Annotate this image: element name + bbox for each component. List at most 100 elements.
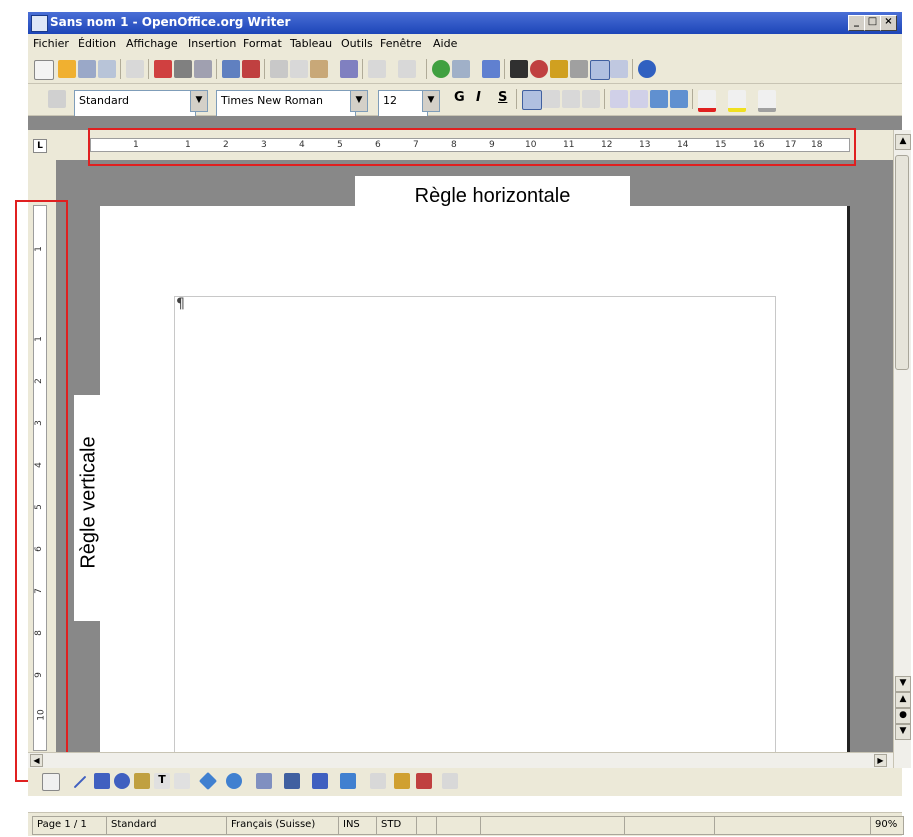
selection-mode-indicator[interactable]: STD	[376, 816, 418, 835]
menu-fichier[interactable]: Fichier	[33, 37, 69, 50]
hyperlink-icon[interactable]	[432, 60, 450, 78]
bullets-icon[interactable]	[630, 90, 648, 108]
justify-icon[interactable]	[582, 90, 600, 108]
view-layout-icon[interactable]	[624, 816, 716, 835]
highlight-icon[interactable]	[728, 90, 746, 112]
vertical-ruler-annotation: Règle verticale	[77, 436, 100, 569]
open-icon[interactable]	[58, 60, 76, 78]
close-button[interactable]: ×	[880, 15, 897, 31]
line-icon[interactable]	[73, 775, 87, 789]
ellipse-icon[interactable]	[114, 773, 130, 789]
fontwork-icon[interactable]	[394, 773, 410, 789]
bold-button[interactable]: G	[454, 90, 465, 105]
menu-aide[interactable]: Aide	[433, 37, 457, 50]
font-size-combo[interactable]: 12	[378, 90, 428, 118]
undo-icon[interactable]	[368, 60, 386, 78]
gallery-icon[interactable]	[550, 60, 568, 78]
scroll-down-icon[interactable]: ▼	[895, 676, 911, 692]
clone-format-icon[interactable]	[340, 60, 358, 78]
scroll-up-icon[interactable]: ▲	[895, 134, 911, 150]
font-name-combo[interactable]: Times New Roman	[216, 90, 356, 118]
autospellcheck-icon[interactable]	[242, 60, 260, 78]
freeform-icon[interactable]	[134, 773, 150, 789]
navigation-icon[interactable]: ●	[895, 708, 911, 724]
data-sources-icon[interactable]	[570, 60, 588, 78]
menu-affichage[interactable]: Affichage	[126, 37, 178, 50]
table-icon[interactable]	[452, 60, 470, 78]
increase-indent-icon[interactable]	[670, 90, 688, 108]
edit-file-icon[interactable]	[126, 60, 144, 78]
zoom-slider[interactable]	[714, 816, 872, 835]
cut-icon[interactable]	[270, 60, 288, 78]
extrusion-icon[interactable]	[442, 773, 458, 789]
background-color-icon[interactable]	[758, 90, 776, 112]
help-icon[interactable]	[638, 60, 656, 78]
align-left-icon[interactable]	[522, 90, 542, 110]
italic-button[interactable]: I	[476, 90, 481, 105]
page-style-indicator[interactable]: Standard	[106, 816, 228, 835]
navigator-icon[interactable]	[530, 60, 548, 78]
minimize-button[interactable]: _	[848, 15, 865, 31]
page-indicator[interactable]: Page 1 / 1	[32, 816, 108, 835]
menu-insertion[interactable]: Insertion	[188, 37, 236, 50]
separator	[632, 59, 633, 79]
menu-tableau[interactable]: Tableau	[290, 37, 332, 50]
points-icon[interactable]	[370, 773, 386, 789]
new-document-icon[interactable]	[34, 60, 54, 80]
language-indicator[interactable]: Français (Suisse)	[226, 816, 340, 835]
block-arrows-icon[interactable]	[256, 773, 272, 789]
previous-page-icon[interactable]: ▲	[895, 692, 911, 708]
callout-icon[interactable]	[174, 773, 190, 789]
scroll-right-icon[interactable]: ▶	[874, 754, 887, 767]
menu-format[interactable]: Format	[243, 37, 282, 50]
nonprinting-chars-icon[interactable]	[590, 60, 610, 80]
basic-shapes-icon[interactable]	[198, 771, 218, 791]
status-bar: Page 1 / 1 Standard Français (Suisse) IN…	[28, 812, 904, 836]
size-dropdown-icon[interactable]: ▼	[422, 90, 440, 112]
insert-mode-indicator[interactable]: INS	[338, 816, 378, 835]
paste-icon[interactable]	[310, 60, 328, 78]
next-page-icon[interactable]: ▼	[895, 724, 911, 740]
vertical-scroll-thumb[interactable]	[895, 155, 909, 370]
rectangle-icon[interactable]	[94, 773, 110, 789]
menu-fenetre[interactable]: Fenêtre	[380, 37, 422, 50]
decrease-indent-icon[interactable]	[650, 90, 668, 108]
menu-outils[interactable]: Outils	[341, 37, 373, 50]
show-draw-functions-icon[interactable]	[482, 60, 500, 78]
flowcharts-icon[interactable]	[284, 773, 300, 789]
select-icon[interactable]	[42, 773, 60, 791]
email-icon[interactable]	[98, 60, 116, 78]
paragraph-style-combo[interactable]: Standard	[74, 90, 196, 118]
callouts-icon[interactable]	[312, 773, 328, 789]
print-icon[interactable]	[174, 60, 192, 78]
styles-icon[interactable]	[48, 90, 66, 108]
menu-edition[interactable]: Édition	[78, 37, 116, 50]
numbering-icon[interactable]	[610, 90, 628, 108]
symbol-shapes-icon[interactable]	[226, 773, 242, 789]
copy-icon[interactable]	[290, 60, 308, 78]
export-pdf-icon[interactable]	[154, 60, 172, 78]
from-file-icon[interactable]	[416, 773, 432, 789]
text-boundaries[interactable]	[174, 296, 776, 756]
tab-stop-selector[interactable]: L	[33, 139, 47, 153]
text-icon[interactable]: T	[154, 773, 170, 789]
style-dropdown-icon[interactable]: ▼	[190, 90, 208, 112]
maximize-button[interactable]: □	[864, 15, 881, 31]
font-color-icon[interactable]	[698, 90, 716, 112]
align-center-icon[interactable]	[542, 90, 560, 108]
zoom-level[interactable]: 90%	[870, 816, 904, 835]
spellcheck-icon[interactable]	[222, 60, 240, 78]
scroll-left-icon[interactable]: ◀	[30, 754, 43, 767]
font-dropdown-icon[interactable]: ▼	[350, 90, 368, 112]
horizontal-scrollbar[interactable]	[28, 752, 893, 768]
standard-toolbar	[28, 54, 902, 84]
drawing-toolbar: T	[28, 768, 902, 796]
zoom-icon[interactable]	[610, 60, 628, 78]
stars-icon[interactable]	[340, 773, 356, 789]
save-icon[interactable]	[78, 60, 96, 78]
align-right-icon[interactable]	[562, 90, 580, 108]
underline-button[interactable]: S	[498, 90, 507, 105]
find-replace-icon[interactable]	[510, 60, 528, 78]
page-preview-icon[interactable]	[194, 60, 212, 78]
redo-icon[interactable]	[398, 60, 416, 78]
